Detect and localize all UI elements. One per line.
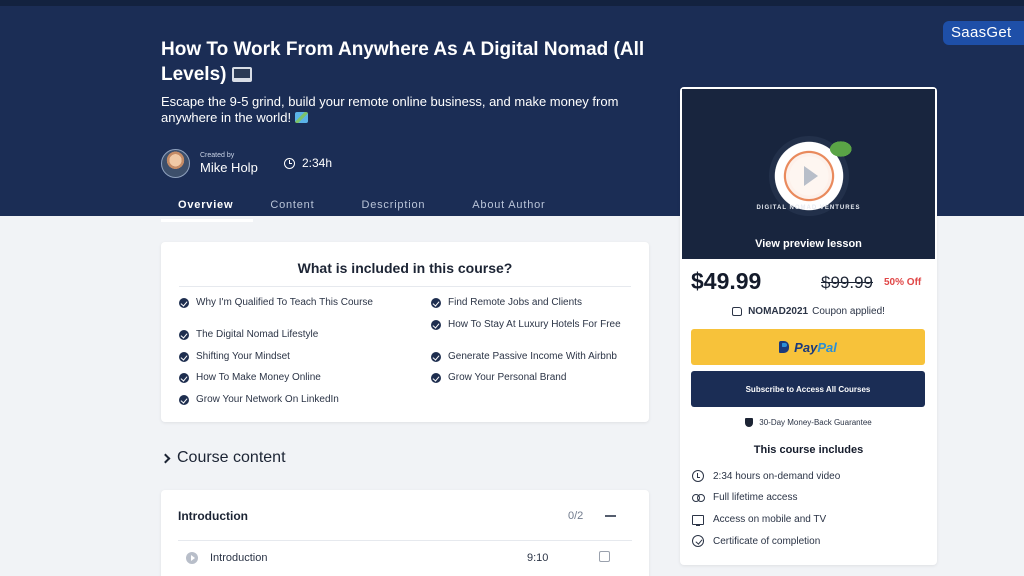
course-tabs: Overview Content Description About Autho… [161,193,576,222]
include-row: Access on mobile and TV [692,514,827,526]
include-row: Full lifetime access [692,492,797,503]
lesson-duration: 9:10 [527,552,549,564]
included-item: How To Stay At Luxury Hotels For Free [431,319,636,330]
discount-badge: 50% Off [884,277,922,288]
course-subtitle-text: Escape the 9-5 grind, build your remote … [161,94,619,125]
preview-video[interactable]: DIGITAL NOMAD VENTURES View preview less… [682,89,935,259]
tab-description[interactable]: Description [344,193,442,222]
check-circle-icon [431,352,441,362]
check-circle-icon [431,320,441,330]
included-item-text: Why I'm Qualified To Teach This Course [196,297,373,308]
divider [179,286,631,287]
included-item-text: Grow Your Network On LinkedIn [196,394,339,405]
course-content-section: Introduction 0/2 Introduction 9:10 [161,490,649,576]
included-item-text: Grow Your Personal Brand [448,372,567,383]
include-text: Access on mobile and TV [713,514,827,525]
play-icon[interactable] [786,153,832,199]
logo-badge-text: DIGITAL NOMAD VENTURES [756,205,861,211]
check-circle-icon [431,373,441,383]
lesson-complete-checkbox[interactable] [599,551,610,562]
course-content-heading[interactable]: Course content [160,449,286,467]
money-back-guarantee: 30-Day Money-Back Guarantee [680,418,937,427]
included-item: Shifting Your Mindset [179,351,379,362]
included-item-text: Shifting Your Mindset [196,351,290,362]
section-progress-count: 0/2 [568,510,584,522]
coupon-status: NOMAD2021 Coupon applied! [680,306,937,317]
include-text: Certificate of completion [713,535,821,547]
included-item: The Digital Nomad Lifestyle [179,329,379,340]
included-item-text: How To Stay At Luxury Hotels For Free [448,319,621,330]
duration-text: 2:34h [302,156,333,170]
author-info[interactable]: Created by Mike Holp [161,149,258,178]
included-title: What is included in this course? [297,260,513,276]
play-circle-icon[interactable] [186,552,198,564]
author-name[interactable]: Mike Holp [200,160,258,176]
included-item-text: Generate Passive Income With Airbnb [448,351,617,362]
author-text: Created by Mike Holp [200,151,258,176]
original-price: $99.99 [821,273,873,292]
current-price: $49.99 [691,268,762,294]
collapse-minus-icon[interactable] [605,515,616,517]
paypal-button[interactable]: PayPal [691,329,925,365]
included-item-text: Find Remote Jobs and Clients [448,297,582,308]
included-item: Grow Your Network On LinkedIn [179,394,379,405]
include-text: Full lifetime access [713,492,798,503]
avatar[interactable] [161,149,190,178]
coupon-code: NOMAD2021 [748,306,809,317]
tab-about-author[interactable]: About Author [455,193,562,222]
included-item: Grow Your Personal Brand [431,372,636,383]
included-item: Find Remote Jobs and Clients [431,297,636,308]
paypal-pay-text: Pay [794,339,818,355]
created-by-label: Created by [200,152,235,159]
saasget-logo[interactable]: SaasGet [943,21,1024,45]
included-item: Why I'm Qualified To Teach This Course [179,297,379,308]
clock-icon [692,470,704,482]
paypal-pal-text: Pal [817,339,837,355]
include-row: Certificate of completion [692,535,820,547]
paypal-wordmark: PayPal [794,340,837,355]
tab-overview[interactable]: Overview [161,193,254,222]
coupon-applied-text: Coupon applied! [812,306,885,317]
palm-tree-icon [824,137,852,157]
include-text: 2:34 hours on-demand video [713,470,841,482]
include-row: 2:34 hours on-demand video [692,470,840,482]
paypal-icon [779,341,790,353]
section-title[interactable]: Introduction [178,509,248,523]
check-circle-icon [179,330,189,340]
laptop-icon [231,67,252,82]
world-map-icon [294,112,308,123]
clock-icon [284,157,295,169]
certificate-icon [692,535,704,547]
includes-title: This course includes [753,444,864,456]
thumbs-up-icon [732,307,743,316]
infinity-icon [692,493,705,502]
included-item: How To Make Money Online [179,372,379,383]
guarantee-text: 30-Day Money-Back Guarantee [759,418,872,427]
tab-content[interactable]: Content [253,193,331,222]
included-item-text: How To Make Money Online [196,372,321,383]
subscribe-button[interactable]: Subscribe to Access All Courses [691,371,925,407]
divider [178,540,632,541]
chevron-right-icon [160,453,171,463]
course-content-heading-text: Course content [177,449,286,466]
lesson-title[interactable]: Introduction [210,552,267,564]
check-circle-icon [179,395,189,405]
tv-icon [692,514,704,526]
included-item: Generate Passive Income With Airbnb [431,351,641,362]
check-circle-icon [179,298,189,308]
check-circle-icon [431,298,441,308]
check-circle-icon [179,352,189,362]
included-item-text: The Digital Nomad Lifestyle [196,329,319,340]
included-card: What is included in this course? Why I'm… [161,242,649,422]
course-duration: 2:34h [284,156,332,170]
page-title: How To Work From Anywhere As A Digital N… [161,37,661,87]
shield-icon [745,418,754,427]
preview-lesson-label[interactable]: View preview lesson [682,238,935,250]
course-subtitle: Escape the 9-5 grind, build your remote … [161,94,631,126]
check-circle-icon [179,373,189,383]
purchase-card: DIGITAL NOMAD VENTURES View preview less… [680,87,937,565]
